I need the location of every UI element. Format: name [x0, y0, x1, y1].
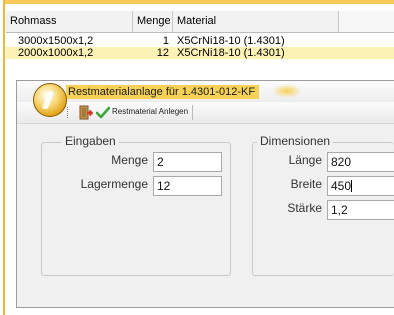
cell-material: X5CrNi18-10 (1.4301)	[177, 35, 285, 47]
lagermenge-input[interactable]: 12	[153, 176, 222, 196]
exit-door-icon[interactable]	[79, 105, 93, 120]
eingaben-legend: Eingaben	[62, 134, 119, 148]
staerke-label: Stärke	[287, 201, 322, 215]
lagermenge-label: Lagermenge	[80, 177, 148, 191]
cell-menge: 12	[156, 47, 169, 59]
grid-header: Rohmass Menge Material	[6, 11, 394, 33]
dimensionen-legend: Dimensionen	[257, 134, 334, 148]
toolbar-grip[interactable]	[67, 107, 70, 118]
cell-material: X5CrNi18-10 (1.4301)	[177, 47, 285, 59]
column-header-menge[interactable]: Menge	[133, 11, 173, 32]
staerke-input[interactable]: 1,2	[327, 200, 394, 220]
column-header-empty	[339, 11, 394, 32]
breite-label: Breite	[290, 177, 322, 191]
dialog-titlebar[interactable]: Restmaterialanlage für 1.4301-012-KF	[17, 81, 394, 102]
breite-input[interactable]: 450	[327, 176, 394, 196]
column-header-rohmass[interactable]: Rohmass	[6, 11, 133, 32]
table-row[interactable]: 3000x1500x1,2 1 X5CrNi18-10 (1.4301)	[6, 35, 394, 47]
title-glow	[272, 84, 302, 98]
app-logo-icon	[33, 83, 67, 117]
dialog-toolbar: Restmaterial Anlegen	[17, 102, 394, 124]
grid-top-edge	[5, 0, 394, 4]
restmaterial-anlegen-button[interactable]: Restmaterial Anlegen	[112, 107, 188, 116]
breite-value: 450	[331, 179, 352, 193]
menge-label: Menge	[111, 153, 148, 167]
text-caret	[351, 180, 353, 192]
dialog-title: Restmaterialanlage für 1.4301-012-KF	[66, 85, 260, 99]
table-row-selected[interactable]: 2000x1000x1,2 12 X5CrNi18-10 (1.4301)	[6, 47, 394, 59]
cell-menge: 1	[162, 35, 169, 47]
cell-rohmass: 3000x1500x1,2	[18, 35, 94, 47]
column-header-material[interactable]: Material	[173, 11, 339, 32]
toolbar-separator	[192, 105, 193, 120]
menge-input[interactable]: 2	[153, 152, 222, 172]
laenge-label: Länge	[288, 153, 322, 167]
laenge-input[interactable]: 820	[327, 152, 394, 172]
checkmark-icon[interactable]	[96, 106, 110, 119]
cell-rohmass: 2000x1000x1,2	[6, 47, 133, 59]
